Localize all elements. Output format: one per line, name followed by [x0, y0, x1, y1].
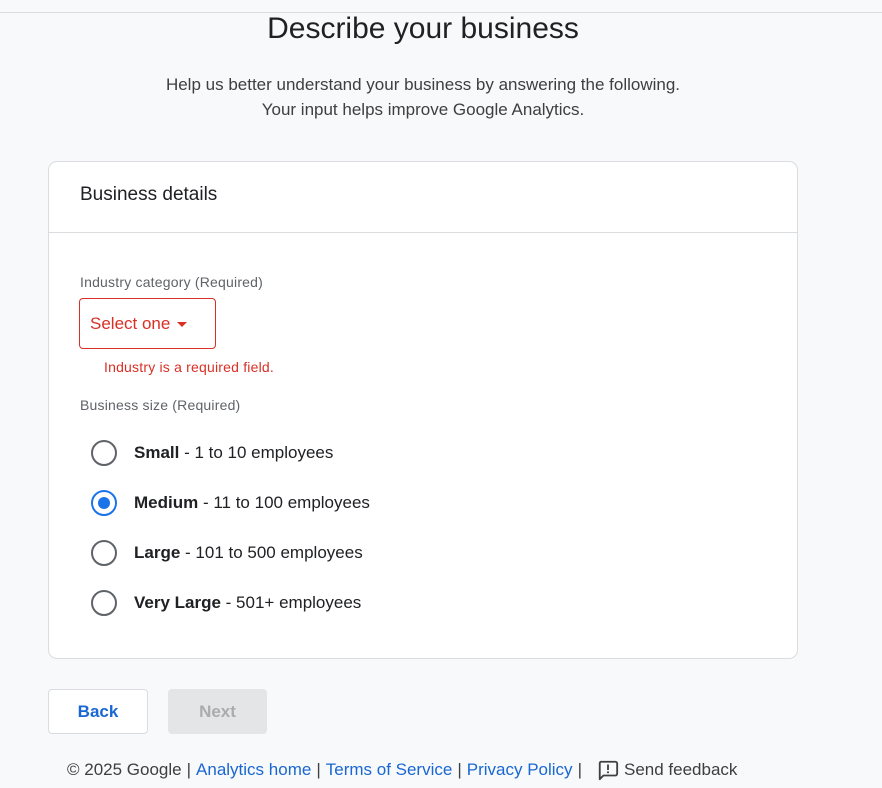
industry-select-value: Select one: [90, 313, 171, 333]
page-subtitle: Help us better understand your business …: [0, 72, 846, 122]
business-details-card: Business details Industry category (Requ…: [48, 161, 798, 659]
radio-label: Very Large - 501+ employees: [134, 593, 362, 612]
send-feedback-button[interactable]: Send feedback: [597, 759, 737, 781]
subtitle-line-1: Help us better understand your business …: [165, 75, 681, 94]
analytics-home-link[interactable]: Analytics home: [196, 760, 311, 780]
radio-button[interactable]: [91, 490, 117, 516]
radio-button[interactable]: [91, 440, 117, 466]
radio-label: Medium - 11 to 100 employees: [134, 493, 370, 512]
page-title: Describe your business: [267, 12, 579, 45]
copyright-text: © 2025 Google: [67, 760, 182, 779]
business-size-option-small[interactable]: Small - 1 to 10 employees: [91, 440, 333, 466]
privacy-policy-link[interactable]: Privacy Policy: [467, 760, 573, 780]
business-size-option-large[interactable]: Large - 101 to 500 employees: [91, 540, 363, 566]
back-button[interactable]: Back: [48, 689, 148, 734]
send-feedback-label: Send feedback: [623, 760, 738, 779]
card-header: Business details: [49, 162, 797, 233]
industry-category-label: Industry category (Required): [80, 274, 264, 290]
footer-separator: |: [577, 760, 582, 779]
business-size-option-very-large[interactable]: Very Large - 501+ employees: [91, 590, 361, 616]
radio-label: Large - 101 to 500 employees: [134, 543, 363, 562]
radio-label: Small - 1 to 10 employees: [134, 443, 334, 462]
footer-separator: |: [457, 760, 462, 779]
radio-button[interactable]: [91, 590, 117, 616]
feedback-icon: [598, 760, 619, 781]
industry-category-select[interactable]: Select one: [79, 298, 216, 349]
footer-separator: |: [316, 760, 321, 779]
footer: © 2025 Google | Analytics home | Terms o…: [67, 759, 737, 781]
caret-down-icon: [177, 322, 188, 327]
terms-of-service-link[interactable]: Terms of Service: [326, 760, 453, 780]
next-button[interactable]: Next: [168, 689, 267, 734]
radio-button[interactable]: [91, 540, 117, 566]
industry-error-message: Industry is a required field.: [104, 359, 274, 375]
subtitle-line-2: Your input helps improve Google Analytic…: [261, 100, 585, 119]
business-size-label: Business size (Required): [80, 397, 241, 413]
footer-separator: |: [186, 760, 192, 779]
business-size-option-medium[interactable]: Medium - 11 to 100 employees: [91, 490, 370, 516]
